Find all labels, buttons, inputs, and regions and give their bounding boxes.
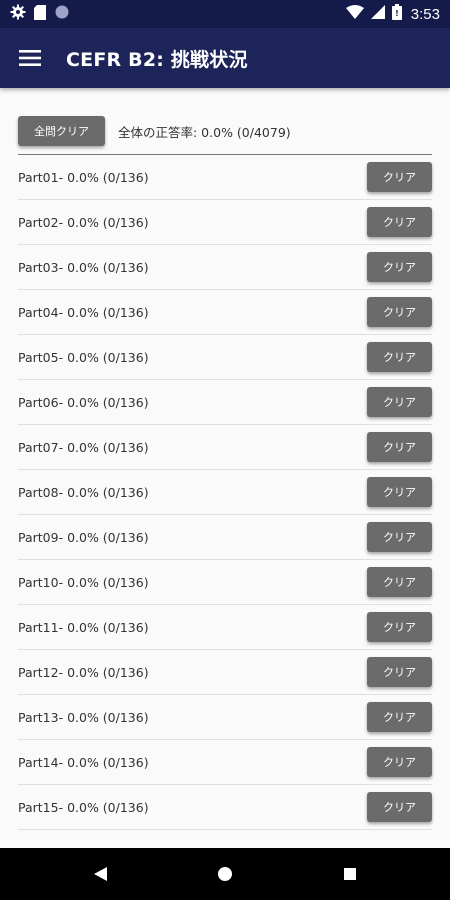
part-progress-label: Part09- 0.0% (0/136): [18, 529, 149, 545]
part-clear-button[interactable]: クリア: [367, 792, 432, 822]
part-row: Part05- 0.0% (0/136) クリア: [18, 335, 432, 380]
recents-square-icon[interactable]: [288, 867, 413, 881]
page-title: CEFR B2: 挑戦状況: [66, 48, 248, 71]
part-row: Part08- 0.0% (0/136) クリア: [18, 470, 432, 515]
battery-icon: !: [391, 4, 402, 24]
svg-text:!: !: [395, 9, 399, 18]
clear-all-button[interactable]: 全問クリア: [18, 116, 105, 146]
part-progress-label: Part04- 0.0% (0/136): [18, 304, 149, 320]
part-progress-label: Part05- 0.0% (0/136): [18, 349, 149, 365]
part-clear-button[interactable]: クリア: [367, 612, 432, 642]
status-bar: ! 3:53: [0, 0, 450, 28]
wifi-icon: [345, 5, 364, 23]
part-row: Part14- 0.0% (0/136) クリア: [18, 740, 432, 785]
part-clear-button[interactable]: クリア: [367, 342, 432, 372]
part-clear-button[interactable]: クリア: [367, 252, 432, 282]
app-bar: CEFR B2: 挑戦状況: [0, 28, 450, 88]
part-progress-label: Part01- 0.0% (0/136): [18, 169, 149, 185]
back-triangle-icon[interactable]: [38, 867, 163, 881]
part-clear-button[interactable]: クリア: [367, 477, 432, 507]
part-clear-button[interactable]: クリア: [367, 522, 432, 552]
part-progress-label: Part06- 0.0% (0/136): [18, 394, 149, 410]
main-content: 全問クリア 全体の正答率: 0.0% (0/4079) Part01- 0.0%…: [18, 108, 432, 830]
part-clear-button[interactable]: クリア: [367, 747, 432, 777]
part-progress-label: Part10- 0.0% (0/136): [18, 574, 149, 590]
part-progress-label: Part11- 0.0% (0/136): [18, 619, 149, 635]
part-row: Part09- 0.0% (0/136) クリア: [18, 515, 432, 560]
part-progress-label: Part15- 0.0% (0/136): [18, 799, 149, 815]
summary-row: 全問クリア 全体の正答率: 0.0% (0/4079): [18, 108, 432, 154]
part-row: Part06- 0.0% (0/136) クリア: [18, 380, 432, 425]
part-progress-label: Part13- 0.0% (0/136): [18, 709, 149, 725]
part-row: Part01- 0.0% (0/136) クリア: [18, 155, 432, 200]
part-clear-button[interactable]: クリア: [367, 207, 432, 237]
part-clear-button[interactable]: クリア: [367, 297, 432, 327]
total-accuracy-text: 全体の正答率: 0.0% (0/4079): [118, 124, 291, 140]
hamburger-menu-icon[interactable]: [0, 28, 60, 88]
circle-icon: [54, 4, 70, 24]
part-row: Part02- 0.0% (0/136) クリア: [18, 200, 432, 245]
part-row: Part13- 0.0% (0/136) クリア: [18, 695, 432, 740]
part-progress-label: Part03- 0.0% (0/136): [18, 259, 149, 275]
part-row: Part11- 0.0% (0/136) クリア: [18, 605, 432, 650]
part-row: Part03- 0.0% (0/136) クリア: [18, 245, 432, 290]
part-row: Part04- 0.0% (0/136) クリア: [18, 290, 432, 335]
part-clear-button[interactable]: クリア: [367, 702, 432, 732]
gear-icon: [10, 4, 26, 24]
part-row: Part15- 0.0% (0/136) クリア: [18, 785, 432, 830]
part-clear-button[interactable]: クリア: [367, 162, 432, 192]
part-progress-label: Part07- 0.0% (0/136): [18, 439, 149, 455]
part-row: Part12- 0.0% (0/136) クリア: [18, 650, 432, 695]
part-progress-label: Part12- 0.0% (0/136): [18, 664, 149, 680]
part-clear-button[interactable]: クリア: [367, 567, 432, 597]
navigation-bar: [0, 848, 450, 900]
status-time: 3:53: [410, 5, 440, 23]
part-clear-button[interactable]: クリア: [367, 432, 432, 462]
part-row: Part07- 0.0% (0/136) クリア: [18, 425, 432, 470]
signal-icon: [370, 5, 385, 23]
part-progress-label: Part02- 0.0% (0/136): [18, 214, 149, 230]
part-progress-label: Part14- 0.0% (0/136): [18, 754, 149, 770]
part-clear-button[interactable]: クリア: [367, 387, 432, 417]
home-circle-icon[interactable]: [163, 866, 288, 882]
part-progress-label: Part08- 0.0% (0/136): [18, 484, 149, 500]
part-row: Part10- 0.0% (0/136) クリア: [18, 560, 432, 605]
parts-list: Part01- 0.0% (0/136) クリア Part02- 0.0% (0/1…: [18, 155, 432, 830]
part-clear-button[interactable]: クリア: [367, 657, 432, 687]
sd-card-icon: [34, 4, 46, 24]
